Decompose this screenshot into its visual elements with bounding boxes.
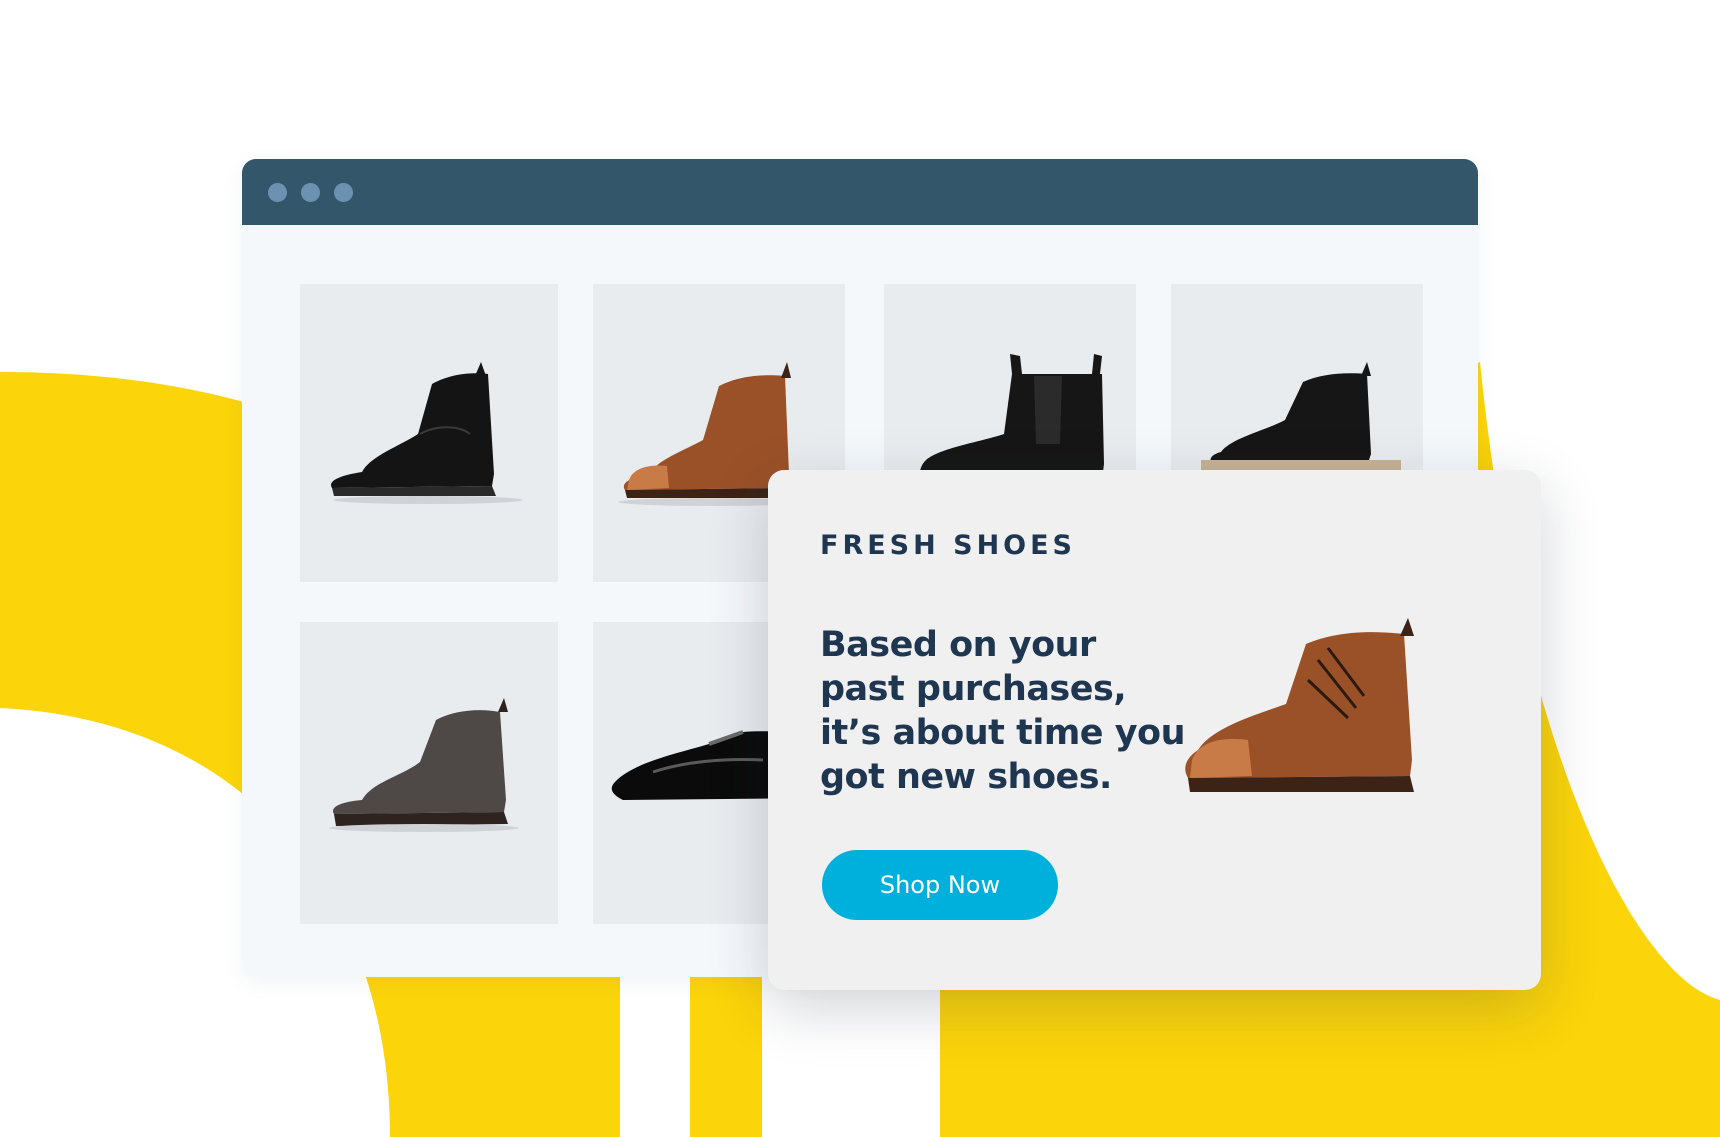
promo-headline-line: Based on your [820,625,1096,665]
black-leather-boot-image [331,362,523,504]
product-tile[interactable] [300,622,558,924]
promo-headline: Based on your past purchases, it’s about… [820,623,1200,799]
window-dot-icon[interactable] [268,182,287,202]
promo-headline-line: past purchases, [820,669,1127,709]
promo-eyebrow: FRESH SHOES [820,530,1077,561]
promo-headline-line: got new shoes. [820,757,1112,797]
browser-titlebar [242,159,1478,225]
promo-card: FRESH SHOES Based on your past purchases… [768,470,1541,990]
grey-suede-boot-image [329,698,519,832]
product-tile[interactable] [300,284,558,582]
promo-headline-line: it’s about time you [820,713,1186,753]
brown-leather-boot-image [1185,618,1414,792]
shop-now-button[interactable]: Shop Now [822,850,1058,920]
window-dot-icon[interactable] [334,182,353,202]
window-dot-icon[interactable] [301,182,320,202]
